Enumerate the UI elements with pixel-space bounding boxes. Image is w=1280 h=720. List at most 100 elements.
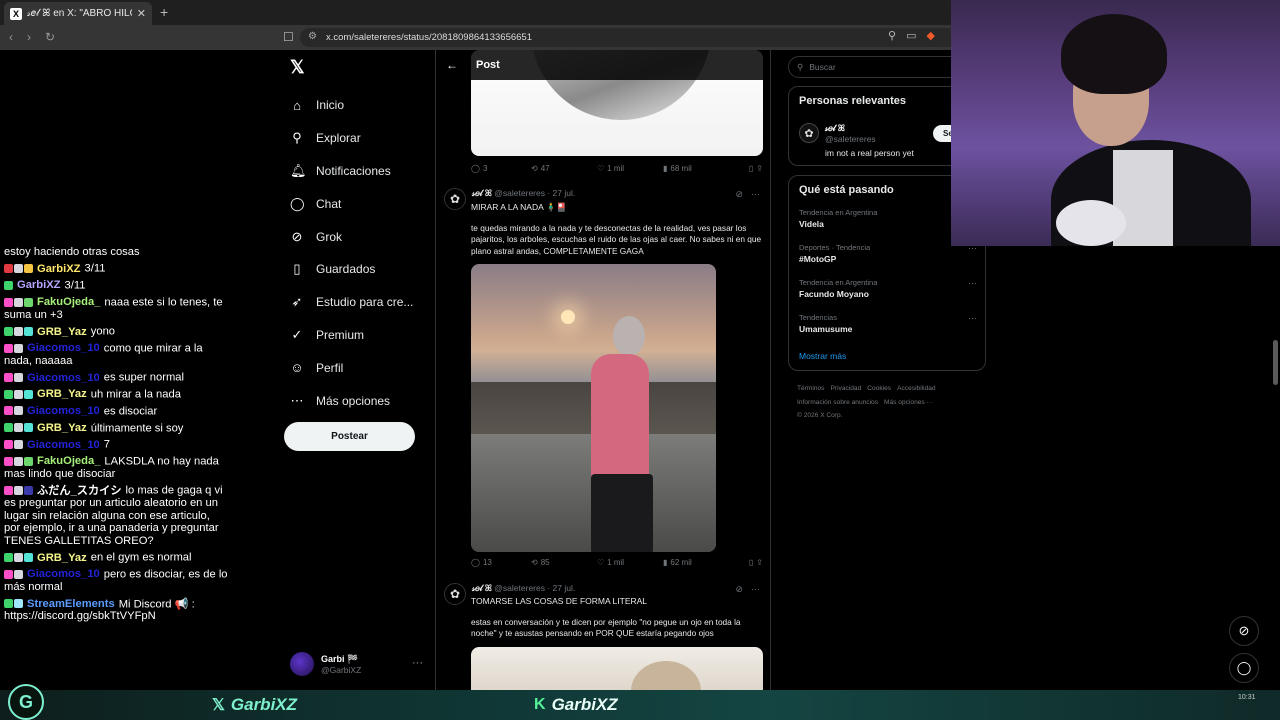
chat-username[interactable]: GRB_Yaz: [37, 326, 87, 338]
more-icon[interactable]: ···: [968, 313, 977, 323]
more-icon[interactable]: ···: [751, 584, 760, 595]
search-input[interactable]: ⚲ Buscar: [788, 56, 963, 78]
footer-link[interactable]: Privacidad: [830, 385, 861, 392]
post-button[interactable]: Postear: [284, 422, 415, 451]
relevant-name: 𝓈𝑒𝓁 ꕤ: [825, 123, 845, 133]
views-button[interactable]: ▮ 68 mil: [663, 164, 731, 173]
badge-icon: [4, 553, 13, 562]
author-handle[interactable]: @saletereres: [494, 188, 545, 198]
messages-float-button[interactable]: ◯: [1229, 653, 1259, 683]
bookmark-tweet-icon[interactable]: ▯: [749, 164, 753, 173]
sidebar-item-inicio[interactable]: ⌂ Inicio: [290, 89, 413, 122]
chat-username[interactable]: Giacomos_10: [27, 439, 100, 451]
forward-icon[interactable]: ›: [27, 30, 31, 44]
footer-link[interactable]: Información sobre anuncios: [797, 399, 878, 406]
reply-button[interactable]: ◯ 13: [471, 558, 531, 567]
url-field[interactable]: ⚙ x.com/saletereres/status/2081809864133…: [300, 28, 960, 47]
footer-link[interactable]: Más opciones ···: [884, 399, 933, 406]
more-icon[interactable]: ···: [968, 278, 977, 288]
bookmark-tweet-icon[interactable]: ▯: [749, 558, 753, 567]
nav-icon: ⚲: [292, 130, 302, 146]
browser-tab[interactable]: X 𝓈𝑒𝓁 ꕤ en X: "ABRO HILO DE TO ✕: [4, 2, 152, 25]
chat-badges: [4, 438, 24, 451]
badge-icon: [24, 264, 33, 274]
sidebar-item-premium[interactable]: ✓ Premium: [290, 319, 413, 352]
chat-username[interactable]: Giacomos_10: [27, 568, 100, 580]
badge-icon: [14, 326, 23, 336]
trend-item[interactable]: Deportes · Tendencia #MotoGP ···: [799, 243, 979, 264]
more-icon[interactable]: ···: [751, 189, 760, 200]
views-button[interactable]: ▮ 62 mil: [663, 558, 731, 567]
x-logo-icon[interactable]: 𝕏: [290, 57, 305, 78]
sidebar-item-grok[interactable]: ⊘ Grok: [290, 220, 413, 253]
show-more-link[interactable]: Mostrar más: [799, 351, 846, 361]
chat-username[interactable]: Giacomos_10: [27, 372, 100, 384]
grok-icon[interactable]: ⊘: [735, 189, 743, 200]
chat-username[interactable]: Giacomos_10: [27, 342, 100, 354]
back-icon[interactable]: ‹: [9, 30, 13, 44]
close-tab-icon[interactable]: ✕: [137, 7, 146, 20]
more-icon[interactable]: ···: [412, 657, 423, 669]
share-icon[interactable]: ⇪: [756, 558, 763, 567]
retweet-button[interactable]: ⟲ 85: [531, 558, 597, 567]
chat-username[interactable]: Giacomos_10: [27, 405, 100, 417]
new-tab-icon[interactable]: +: [160, 4, 168, 20]
like-button[interactable]: ♡ 1 mil: [597, 558, 663, 567]
relevant-person[interactable]: ✿ 𝓈𝑒𝓁 ꕤ @saletereres: [799, 123, 876, 144]
chat-username[interactable]: ふだん_スカイシ: [37, 485, 122, 497]
reply-button[interactable]: ◯ 3: [471, 164, 531, 173]
footer-link[interactable]: Accesibilidad: [897, 385, 935, 392]
footer-link[interactable]: Términos: [797, 385, 824, 392]
chat-username[interactable]: GRB_Yaz: [37, 552, 87, 564]
sidebar-item-label: Premium: [316, 327, 365, 342]
badge-icon: [14, 406, 23, 416]
trend-item[interactable]: Tendencia en Argentina Facundo Moyano ···: [799, 278, 979, 299]
sidebar-item-explorar[interactable]: ⚲ Explorar: [290, 122, 413, 155]
chat-username[interactable]: StreamElements: [27, 598, 115, 610]
tweet-date[interactable]: 27 jul.: [553, 583, 576, 593]
author-name[interactable]: 𝓈𝑒𝓁 ꕤ: [472, 583, 492, 593]
sidebar-item-más-opciones[interactable]: ⋯ Más opciones: [290, 384, 413, 417]
chat-username[interactable]: GRB_Yaz: [37, 388, 87, 400]
avatar[interactable]: ✿: [444, 583, 466, 605]
trend-item[interactable]: Tendencias Umamusume ···: [799, 313, 979, 334]
grok-icon[interactable]: ⊘: [735, 584, 743, 595]
author-name[interactable]: 𝓈𝑒𝓁 ꕤ: [472, 188, 492, 198]
cast-icon[interactable]: ▭: [906, 29, 916, 42]
chat-username[interactable]: FakuOjeda_: [37, 455, 100, 467]
retweet-button[interactable]: ⟲ 47: [531, 164, 597, 173]
share-icon[interactable]: ⇪: [756, 164, 763, 173]
badge-icon: [14, 485, 23, 495]
tweet-media-image[interactable]: [471, 647, 763, 690]
badge-icon: [24, 326, 33, 336]
like-button[interactable]: ♡ 1 mil: [597, 164, 663, 173]
back-arrow-icon[interactable]: ←: [446, 58, 458, 72]
brave-shield-icon[interactable]: ◆: [926, 29, 934, 42]
bookmark-icon[interactable]: ☐: [283, 30, 294, 44]
reload-icon[interactable]: ↻: [45, 30, 55, 44]
footer-link[interactable]: Cookies: [867, 385, 891, 392]
sidebar-item-guardados[interactable]: ▯ Guardados: [290, 253, 413, 286]
sidebar-item-estudio-para-cre[interactable]: ➶ Estudio para cre...: [290, 286, 414, 319]
url-text: x.com/saletereres/status/208180986413365…: [326, 32, 532, 43]
chat-username[interactable]: GarbiXZ: [37, 263, 81, 275]
avatar[interactable]: ✿: [444, 188, 466, 210]
site-settings-icon[interactable]: ⚙: [308, 31, 317, 42]
sidebar-item-perfil[interactable]: ☺ Perfil: [290, 351, 413, 384]
chat-username[interactable]: FakuOjeda_: [37, 296, 100, 308]
chat-username[interactable]: GarbiXZ: [17, 279, 61, 291]
sidebar-item-notificaciones[interactable]: 🔔︎ Notificaciones: [290, 155, 413, 188]
tweet-media-image[interactable]: [471, 264, 716, 552]
sidebar-item-chat[interactable]: ◯ Chat: [290, 187, 413, 220]
account-switcher[interactable]: Garbi 🏁 @GarbiXZ: [290, 652, 361, 676]
author-handle[interactable]: @saletereres: [494, 583, 545, 593]
chat-message: GRB_Yaz uh mirar a la nada: [4, 388, 229, 401]
timeline-header: ← Post: [436, 50, 770, 80]
stream-bottom-bar: G 𝕏 GarbiXZ K GarbiXZ 10:31: [0, 684, 1280, 720]
chat-username[interactable]: GRB_Yaz: [37, 422, 87, 434]
grok-float-button[interactable]: ⊘: [1229, 616, 1259, 646]
chat-text: en el gym es normal: [90, 551, 192, 564]
scrollbar[interactable]: [1273, 340, 1278, 385]
tweet-date[interactable]: 27 jul.: [553, 188, 576, 198]
search-page-icon[interactable]: ⚲: [888, 29, 896, 42]
